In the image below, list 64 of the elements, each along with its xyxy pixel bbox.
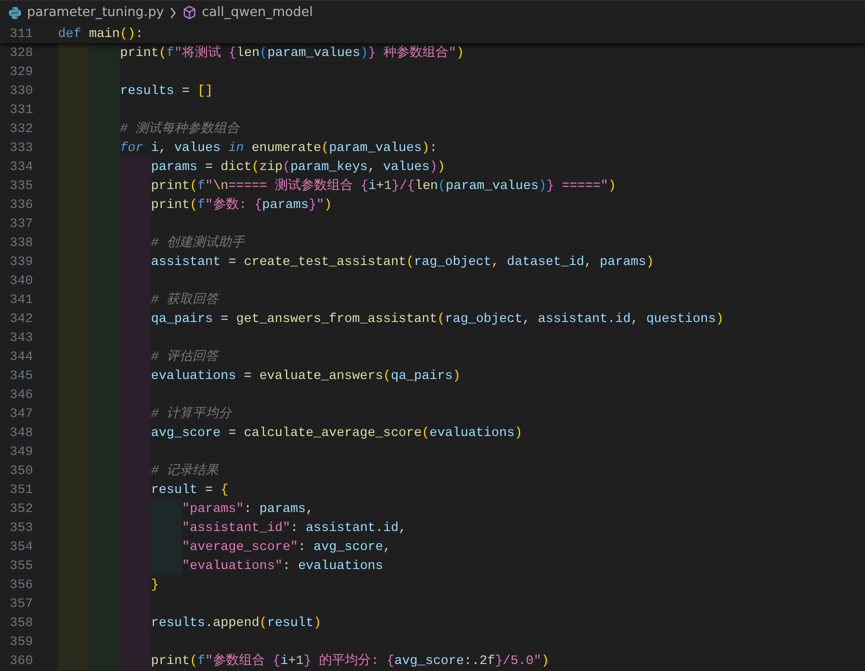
- line-number: 351: [8, 482, 33, 497]
- code-line: results = []: [120, 83, 213, 98]
- code-line: # 创建测试助手: [151, 234, 244, 251]
- code-line: qa_pairs = get_answers_from_assistant(rag_object, assistant.id, questions): [151, 311, 724, 326]
- line-number: 352: [8, 501, 33, 516]
- code-line: # 获取回答: [151, 291, 218, 308]
- code-line: "params": params,: [182, 501, 314, 516]
- line-number: 360: [8, 653, 33, 668]
- code-line: # 记录结果: [151, 462, 218, 479]
- line-number: 334: [8, 159, 33, 174]
- line-number: 332: [8, 121, 33, 136]
- line-number: 356: [8, 577, 33, 592]
- line-number: 344: [8, 349, 33, 364]
- code-line: # 计算平均分: [151, 405, 232, 422]
- line-number: 338: [8, 235, 33, 250]
- python-file-icon: [8, 6, 22, 20]
- line-number: 354: [8, 539, 33, 554]
- breadcrumb-file[interactable]: parameter_tuning.py: [27, 5, 164, 20]
- code-line: results.append(result): [151, 615, 322, 630]
- code-line: }: [151, 577, 159, 592]
- code-line: params = dict(zip(param_keys, values)): [151, 159, 446, 174]
- code-line: print(f"参数组合 {i+1} 的平均分: {avg_score:.2f}/5.0"): [151, 652, 550, 669]
- code-line: "evaluations": evaluations: [182, 558, 384, 573]
- line-number: 349: [8, 444, 33, 459]
- line-number: 346: [8, 387, 33, 402]
- breadcrumb-symbol[interactable]: call_qwen_model: [202, 5, 313, 20]
- line-number: 329: [8, 64, 33, 79]
- cube-icon: [182, 5, 197, 20]
- line-number: 337: [8, 216, 33, 231]
- code-line: for i, values in enumerate(param_values):: [120, 140, 438, 155]
- code-line: assistant = create_test_assistant(rag_object, dataset_id, params): [151, 254, 654, 269]
- line-number: 341: [8, 292, 33, 307]
- code-line: # 评估回答: [151, 348, 218, 365]
- line-number: 358: [8, 615, 33, 630]
- code-line: print(f"\n===== 测试参数组合 {i+1}/{len(param_values)} ====="): [151, 177, 616, 194]
- code-line: "average_score": avg_score,: [182, 539, 391, 554]
- line-number: 333: [8, 140, 33, 155]
- line-number: 336: [8, 197, 33, 212]
- line-number: 347: [8, 406, 33, 421]
- line-number: 355: [8, 558, 33, 573]
- line-number: 348: [8, 425, 33, 440]
- line-number: 343: [8, 330, 33, 345]
- code-line: avg_score = calculate_average_score(evaluations): [151, 425, 522, 440]
- chevron-icon: [168, 6, 177, 18]
- code-line: # 测试每种参数组合: [120, 120, 240, 137]
- code-line: def main():: [58, 26, 144, 41]
- code-line: evaluations = evaluate_answers(qa_pairs): [151, 368, 460, 383]
- line-number: 331: [8, 102, 33, 117]
- line-number: 339: [8, 254, 33, 269]
- code-line: "assistant_id": assistant.id,: [182, 520, 406, 535]
- line-number: 311: [8, 26, 33, 41]
- line-number: 357: [8, 596, 33, 611]
- line-number: 353: [8, 520, 33, 535]
- line-number: 335: [8, 178, 33, 193]
- code-line: print(f"将测试 {len(param_values)} 种参数组合"): [120, 44, 464, 61]
- line-number: 359: [8, 634, 33, 649]
- line-number: 350: [8, 463, 33, 478]
- line-number: 330: [8, 83, 33, 98]
- line-number: 345: [8, 368, 33, 383]
- line-number: 342: [8, 311, 33, 326]
- code-line: print(f"参数: {params}"): [151, 196, 332, 213]
- code-line: result = {: [151, 482, 228, 497]
- line-number: 340: [8, 273, 33, 288]
- line-number: 328: [8, 45, 33, 60]
